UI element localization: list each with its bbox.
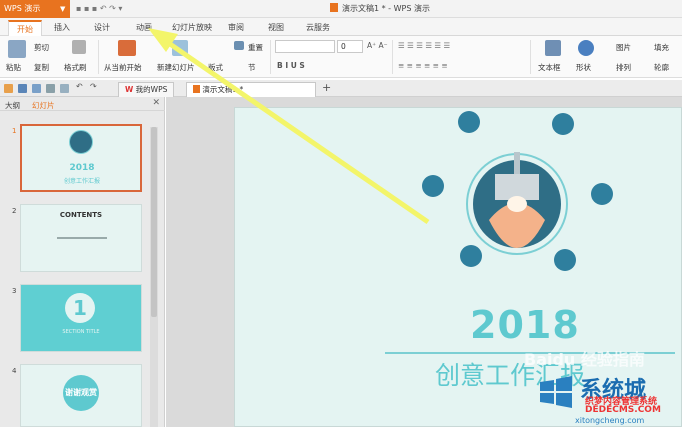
fill-button[interactable]: 填充 — [654, 42, 669, 53]
tab-animation[interactable]: 动画 — [136, 22, 152, 33]
format-painter-button[interactable]: 格式刷 — [64, 62, 87, 73]
textbox-icon[interactable] — [545, 40, 561, 56]
format-painter-icon[interactable] — [72, 40, 86, 54]
align-icons[interactable]: ≡ ≡ ≡ ≡ ≡ ≡ — [398, 61, 448, 70]
close-icon[interactable]: ✕ — [152, 98, 160, 108]
shape-button[interactable]: 形状 — [576, 62, 591, 73]
quick-access-icons[interactable]: ▪ ▪ ▪ ↶ ↷ ▾ — [76, 4, 122, 13]
wps-logo-icon: W — [125, 85, 134, 94]
tab-review[interactable]: 审阅 — [228, 22, 244, 33]
export-icon[interactable] — [32, 84, 41, 93]
divider — [98, 40, 99, 74]
divider — [530, 40, 531, 74]
tab-cloud[interactable]: 云服务 — [306, 22, 330, 33]
windows-logo-icon — [540, 376, 572, 408]
tab-view[interactable]: 视图 — [268, 22, 284, 33]
divider — [270, 40, 271, 74]
tab-design[interactable]: 设计 — [94, 22, 110, 33]
thumb-year: 2018 — [69, 163, 95, 173]
shape-icon[interactable] — [578, 40, 594, 56]
thumb-text-line — [57, 237, 107, 239]
ribbon: 粘贴 剪切 复制 格式刷 从当前开始 新建幻灯片 版式 重置 节 0 A⁺ A⁻… — [0, 36, 682, 78]
open-icon[interactable] — [4, 84, 13, 93]
slide-thumbnail[interactable]: 谢谢观赏 — [20, 364, 142, 427]
wps-menu-button[interactable]: WPS 演示 ▼ — [0, 0, 70, 18]
slide-number: 4 — [12, 367, 17, 375]
window-title: 演示文稿1 * - WPS 演示 — [330, 3, 430, 14]
textbox-button[interactable]: 文本框 — [538, 62, 561, 73]
paragraph-icons[interactable]: ☰ ☰ ☰ ☰ ☰ ☰ — [398, 41, 450, 50]
grow-shrink-font-icons[interactable]: A⁺ A⁻ — [367, 41, 388, 50]
print-icon[interactable] — [46, 84, 55, 93]
baidu-watermark: Baidu 经验指南 — [524, 350, 645, 369]
slide-thumbnail[interactable]: CONTENTS — [20, 204, 142, 272]
slideshow-icon[interactable] — [118, 40, 136, 56]
redo-icon[interactable]: ↷ — [90, 82, 97, 91]
site-watermark: xitongcheng.com — [575, 416, 645, 425]
paste-button[interactable]: 粘贴 — [6, 62, 21, 73]
tab-my-wps[interactable]: W 我的WPS — [118, 82, 175, 97]
preview-icon[interactable] — [60, 84, 69, 93]
tab-insert[interactable]: 插入 — [54, 22, 70, 33]
from-current-button[interactable]: 从当前开始 — [104, 62, 142, 73]
slide-thumbnail[interactable]: 2018 创意工作汇报 — [20, 124, 142, 192]
thumb-caption: 创意工作汇报 — [63, 178, 100, 185]
chevron-down-icon: ▼ — [60, 5, 66, 13]
reset-icon[interactable] — [234, 41, 244, 50]
slide-thumbnail[interactable]: 1 SECTION TITLE — [20, 284, 142, 352]
tab-current-document[interactable]: 演示文稿1 * — [186, 82, 316, 97]
slides-pane: 大纲 幻灯片 ✕ 1 2018 创意工作汇报 2 CONTENTS 3 1 SE… — [0, 97, 165, 427]
copy-button[interactable]: 复制 — [34, 62, 49, 73]
dede-watermark-line2: DEDECMS.COM — [585, 405, 661, 415]
pane-tabs: 大纲 幻灯片 ✕ — [0, 97, 165, 111]
save-icon[interactable] — [18, 84, 27, 93]
picture-button[interactable]: 图片 — [616, 42, 631, 53]
wps-presentation-window: WPS 演示 ▼ ▪ ▪ ▪ ↶ ↷ ▾ 演示文稿1 * - WPS 演示 开始… — [0, 0, 682, 427]
font-name-select[interactable] — [275, 40, 335, 53]
document-icon — [330, 3, 338, 12]
ribbon-tab-bar: 开始 插入 设计 动画 幻灯片放映 审阅 视图 云服务 — [0, 18, 682, 37]
presentation-icon — [193, 85, 200, 93]
slide-number: 2 — [12, 207, 17, 215]
reset-button[interactable]: 重置 — [248, 42, 263, 53]
app-label: WPS 演示 — [4, 4, 41, 13]
new-slide-button[interactable]: 新建幻灯片 — [157, 62, 195, 73]
slide-number: 1 — [12, 127, 17, 135]
lamp-image — [69, 130, 93, 154]
arrange-button[interactable]: 排列 — [616, 62, 631, 73]
thumb-caption: 谢谢观赏 — [63, 375, 99, 411]
new-slide-icon[interactable] — [172, 40, 188, 56]
thumb-digit: 1 — [65, 293, 95, 323]
cut-button[interactable]: 剪切 — [34, 42, 49, 53]
title-bar: WPS 演示 ▼ ▪ ▪ ▪ ↶ ↷ ▾ 演示文稿1 * - WPS 演示 — [0, 0, 682, 18]
font-size-select[interactable]: 0 — [337, 40, 363, 53]
undo-icon[interactable]: ↶ — [76, 82, 83, 91]
thumb-caption: SECTION TITLE — [62, 329, 100, 335]
bold-italic-icons[interactable]: B I U S — [277, 61, 305, 70]
layout-button[interactable]: 版式 — [208, 62, 223, 73]
document-tab-bar: ↶ ↷ W 我的WPS 演示文稿1 * + — [0, 80, 682, 97]
tab-slideshow[interactable]: 幻灯片放映 — [172, 22, 212, 33]
outline-button[interactable]: 轮廓 — [654, 62, 669, 73]
divider — [392, 40, 393, 74]
tab-slides[interactable]: 幻灯片 — [32, 100, 55, 111]
tab-outline[interactable]: 大纲 — [5, 100, 20, 111]
slide-year[interactable]: 2018 — [470, 303, 580, 347]
thumb-title: CONTENTS — [59, 211, 103, 219]
section-button[interactable]: 节 — [248, 62, 256, 73]
tab-home[interactable]: 开始 — [8, 20, 42, 37]
slide-number: 3 — [12, 287, 17, 295]
paste-icon[interactable] — [8, 40, 26, 58]
new-tab-button[interactable]: + — [322, 81, 331, 94]
thumbnail-scrollbar[interactable] — [150, 127, 158, 427]
